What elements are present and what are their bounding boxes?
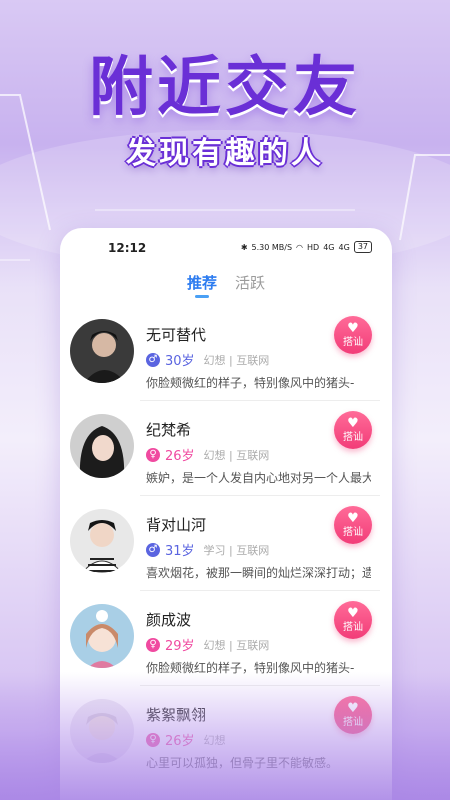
status-time: 12:12: [108, 241, 147, 255]
male-icon: ♂: [146, 542, 160, 557]
user-tags: 幻想 | 互联网: [203, 353, 270, 367]
user-meta: ♂ 31岁 学习 | 互联网: [146, 540, 269, 559]
list-item[interactable]: 纪梵希 ♀ 26岁 幻想 | 互联网 嫉妒，是一个人发自内心地对另一个人最大的……: [60, 401, 392, 496]
female-icon: ♀: [146, 637, 160, 652]
status-bar: 12:12 ✱ 5.30 MB/S ◠ HD 4G 4G 37: [60, 228, 392, 266]
wifi-icon: ◠: [296, 242, 304, 252]
hd-badge: HD: [307, 242, 320, 252]
user-meta: ♀ 29岁 幻想 | 互联网: [146, 635, 269, 654]
hero-subtitle: 发现有趣的人: [126, 136, 324, 171]
phone-screen: 12:12 ✱ 5.30 MB/S ◠ HD 4G 4G 37 推荐 活跃 无可…: [60, 228, 392, 800]
user-name: 无可替代: [146, 326, 207, 344]
bluetooth-icon: ✱: [240, 242, 248, 252]
user-bio: 你脸颊微红的样子，特别像风中的猪头-: [146, 661, 355, 675]
list-item[interactable]: 无可替代 ♂ 30岁 幻想 | 互联网 你脸颊微红的样子，特别像风中的猪头- ♥…: [60, 306, 392, 401]
hero-title: 附近交友: [89, 51, 361, 125]
greet-label: 搭讪: [343, 431, 363, 443]
user-age: 30岁: [165, 354, 195, 369]
greet-label: 搭讪: [343, 526, 363, 538]
user-tags: 幻想 | 互联网: [203, 448, 270, 462]
user-meta: ♀ 26岁 幻想: [146, 730, 226, 749]
status-icons: ✱ 5.30 MB/S ◠ HD 4G 4G 37: [241, 241, 372, 253]
greet-button[interactable]: ♥ 搭讪: [334, 316, 372, 354]
user-bio: 心里可以孤独，但骨子里不能敏感。: [146, 756, 339, 770]
user-age: 26岁: [165, 449, 195, 464]
list-item[interactable]: 颜成波 ♀ 29岁 幻想 | 互联网 你脸颊微红的样子，特别像风中的猪头- ♥ …: [60, 591, 392, 686]
tab-bar: 推荐 活跃: [60, 266, 392, 306]
user-list: 无可替代 ♂ 30岁 幻想 | 互联网 你脸颊微红的样子，特别像风中的猪头- ♥…: [60, 306, 392, 781]
avatar[interactable]: [70, 414, 134, 478]
user-meta: ♀ 26岁 幻想 | 互联网: [146, 445, 269, 464]
greet-label: 搭讪: [343, 336, 363, 348]
female-icon: ♀: [146, 732, 160, 747]
heart-icon: ♥: [347, 415, 359, 431]
user-name: 紫絮飘翎: [146, 706, 207, 724]
network-speed: 5.30 MB/S: [251, 242, 293, 252]
tab-active[interactable]: 活跃: [235, 272, 265, 298]
greet-button[interactable]: ♥ 搭讪: [334, 696, 372, 734]
user-name: 纪梵希: [146, 421, 192, 439]
user-name: 背对山河: [146, 516, 207, 534]
user-tags: 幻想: [203, 733, 226, 747]
user-bio: 你脸颊微红的样子，特别像风中的猪头-: [146, 376, 355, 390]
user-age: 26岁: [165, 734, 195, 749]
user-tags: 幻想 | 互联网: [203, 638, 270, 652]
list-item[interactable]: 紫絮飘翎 ♀ 26岁 幻想 心里可以孤独，但骨子里不能敏感。 ♥ 搭讪: [60, 686, 392, 781]
list-item[interactable]: 背对山河 ♂ 31岁 学习 | 互联网 喜欢烟花，被那一瞬间的灿烂深深打动；遗憾…: [60, 496, 392, 591]
male-icon: ♂: [146, 352, 160, 367]
greet-button[interactable]: ♥ 搭讪: [334, 506, 372, 544]
heart-icon: ♥: [347, 510, 359, 526]
avatar[interactable]: [70, 509, 134, 573]
user-age: 29岁: [165, 639, 195, 654]
greet-label: 搭讪: [343, 716, 363, 728]
avatar[interactable]: [70, 604, 134, 668]
greet-button[interactable]: ♥ 搭讪: [334, 411, 372, 449]
heart-icon: ♥: [347, 605, 359, 621]
user-bio: 嫉妒，是一个人发自内心地对另一个人最大的…: [146, 471, 371, 485]
user-name: 颜成波: [146, 611, 192, 629]
signal-icon: 4G: [323, 242, 335, 252]
female-icon: ♀: [146, 447, 160, 462]
greet-button[interactable]: ♥ 搭讪: [334, 601, 372, 639]
avatar[interactable]: [70, 699, 134, 763]
avatar[interactable]: [70, 319, 134, 383]
user-tags: 学习 | 互联网: [203, 543, 270, 557]
heart-icon: ♥: [347, 320, 359, 336]
greet-label: 搭讪: [343, 621, 363, 633]
signal-icon-2: 4G: [338, 242, 350, 252]
battery-icon: 37: [353, 241, 372, 253]
tab-recommend[interactable]: 推荐: [187, 272, 217, 298]
user-bio: 喜欢烟花，被那一瞬间的灿烂深深打动；遗憾…: [146, 566, 371, 580]
user-age: 31岁: [165, 544, 195, 559]
heart-icon: ♥: [347, 700, 359, 716]
user-meta: ♂ 30岁 幻想 | 互联网: [146, 350, 269, 369]
